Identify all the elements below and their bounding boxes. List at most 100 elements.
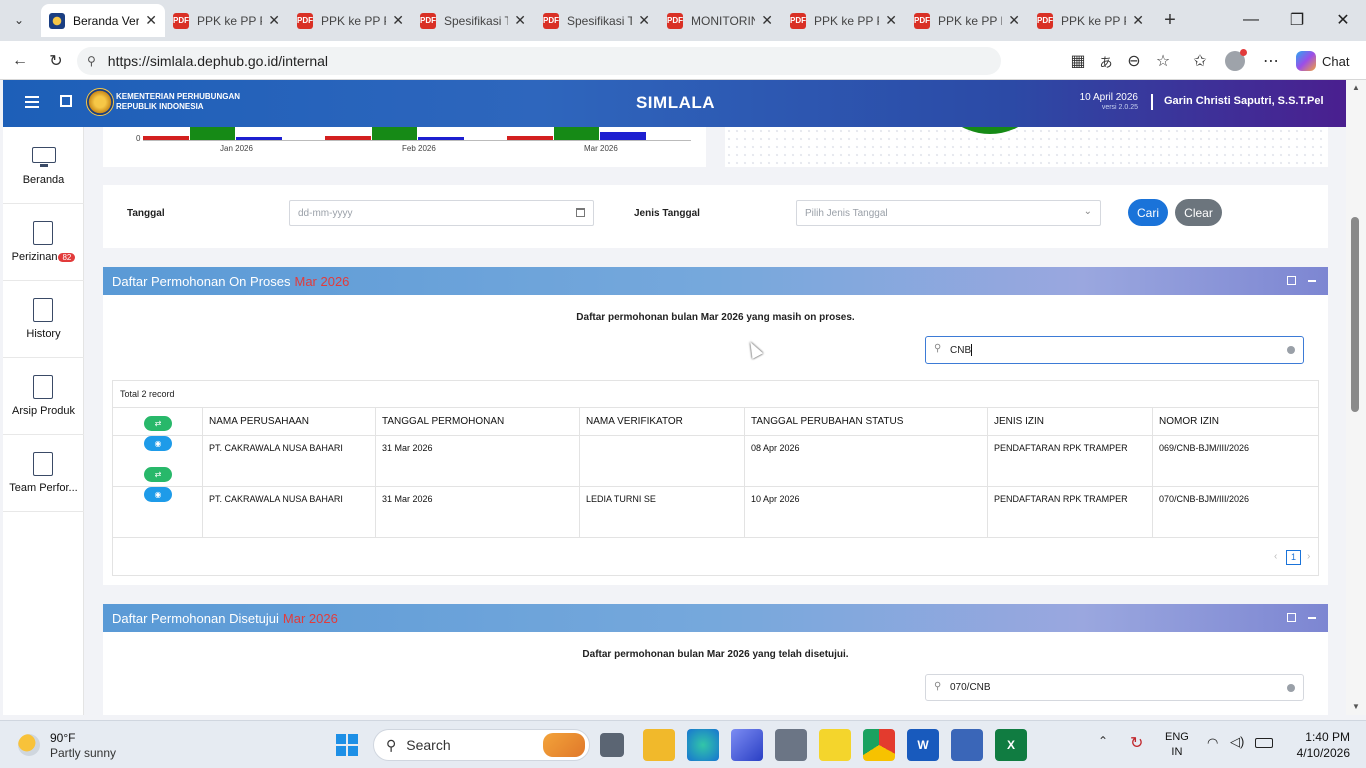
clear-search-icon[interactable] <box>1287 346 1295 354</box>
copilot-taskbar-icon[interactable] <box>731 729 763 761</box>
clear-search-icon[interactable] <box>1287 684 1295 692</box>
close-tab-icon[interactable]: ✕ <box>638 12 650 29</box>
browser-tab[interactable]: PDF PPK ke PP Pe ✕ <box>1029 4 1152 37</box>
start-button[interactable] <box>331 729 363 761</box>
close-window-button[interactable]: ✕ <box>1320 0 1366 40</box>
browser-tab[interactable]: PDF Spesifikasi Te ✕ <box>535 4 658 37</box>
close-tab-icon[interactable]: ✕ <box>145 12 157 29</box>
sticky-notes-icon[interactable] <box>819 729 851 761</box>
view-detail-button[interactable]: ◉ <box>144 436 172 451</box>
close-tab-icon[interactable]: ✕ <box>268 12 280 29</box>
disetujui-search-input[interactable]: ⚲ 070/CNB <box>925 674 1304 701</box>
close-tab-icon[interactable]: ✕ <box>514 12 526 29</box>
sidebar-item-arsip-produk[interactable]: Arsip Produk <box>3 358 84 435</box>
file-explorer-icon[interactable] <box>643 729 675 761</box>
app-available-icon[interactable]: ▦ <box>1066 49 1090 73</box>
url-text: https://simlala.dephub.go.id/internal <box>107 53 329 69</box>
col-header-tanggal-permohonan[interactable]: TANGGAL PERMOHONAN <box>375 407 504 435</box>
browser-tab[interactable]: PDF PPK ke PP Pe ✕ <box>289 4 412 37</box>
collapse-icon[interactable] <box>1308 280 1316 282</box>
sidebar-item-team-performance[interactable]: Team Perfor... <box>3 435 84 512</box>
close-tab-icon[interactable]: ✕ <box>761 12 773 29</box>
reload-icon[interactable]: ↻ <box>44 49 68 73</box>
col-header-nama-perusahaan[interactable]: NAMA PERUSAHAAN <box>202 407 309 435</box>
site-info-icon[interactable]: ⚲ <box>87 54 96 68</box>
browser-tab[interactable]: PDF PPK ke PP Pe ✕ <box>906 4 1028 37</box>
user-name[interactable]: Garin Christi Saputri, S.S.T.Pel <box>1164 95 1324 107</box>
col-header-tanggal-perubahan-status[interactable]: TANGGAL PERUBAHAN STATUS <box>744 407 903 435</box>
volume-icon[interactable]: ◁) <box>1230 734 1244 750</box>
next-page-icon[interactable]: › <box>1307 551 1310 562</box>
maximize-button[interactable]: ❐ <box>1274 0 1320 40</box>
clear-button[interactable]: Clear <box>1175 199 1222 226</box>
change-status-button[interactable]: ⇄ <box>144 467 172 482</box>
language-indicator[interactable]: ENG IN <box>1165 730 1189 760</box>
chrome-icon[interactable] <box>863 729 895 761</box>
more-options-icon[interactable]: ⋯ <box>1259 49 1283 73</box>
sync-icon[interactable]: ↻ <box>1130 733 1143 753</box>
view-detail-button[interactable]: ◉ <box>144 487 172 502</box>
expand-icon[interactable] <box>1287 613 1296 622</box>
tab-actions-button[interactable]: ⌄ <box>8 10 30 30</box>
translate-icon[interactable]: あ <box>1094 49 1118 73</box>
close-tab-icon[interactable]: ✕ <box>392 12 404 29</box>
show-hidden-icons[interactable]: ⌃ <box>1098 734 1108 748</box>
table-cell: PENDAFTARAN RPK TRAMPER <box>994 443 1128 453</box>
sidebar-item-label: Beranda <box>22 174 65 186</box>
browser-tab[interactable]: PDF MONITORIN ✕ <box>659 4 781 37</box>
zoom-out-icon[interactable]: ⊖ <box>1122 49 1146 73</box>
close-tab-icon[interactable]: ✕ <box>885 12 897 29</box>
url-bar[interactable]: ⚲ https://simlala.dephub.go.id/internal <box>77 47 1001 75</box>
onproses-search-input[interactable]: ⚲ CNB <box>925 336 1304 364</box>
taskbar-search-box[interactable]: ⚲ Search <box>373 729 590 761</box>
sidebar-item-beranda[interactable]: Beranda <box>3 127 84 204</box>
table-cell: 31 Mar 2026 <box>382 443 433 453</box>
scroll-thumb[interactable] <box>1351 217 1359 412</box>
copilot-icon <box>1296 51 1316 71</box>
sidebar-item-history[interactable]: History <box>3 281 84 358</box>
new-tab-button[interactable]: + <box>1158 8 1182 32</box>
sidebar-item-perizinan[interactable]: Perizinan 82 <box>3 204 84 281</box>
cari-button[interactable]: Cari <box>1128 199 1168 226</box>
col-header-nama-verifikator[interactable]: NAMA VERIFIKATOR <box>579 407 683 435</box>
clock[interactable]: 1:40 PM 4/10/2026 <box>1290 729 1350 761</box>
prev-page-icon[interactable]: ‹ <box>1274 551 1277 562</box>
edge-browser-icon[interactable] <box>687 729 719 761</box>
col-header-nomor-izin[interactable]: NOMOR IZIN <box>1152 407 1219 435</box>
excel-icon[interactable]: X <box>995 729 1027 761</box>
collapse-icon[interactable] <box>1308 617 1316 619</box>
browser-tab[interactable]: PDF PPK ke PP Pe ✕ <box>165 4 288 37</box>
word-icon[interactable]: W <box>907 729 939 761</box>
browser-tab[interactable]: PDF Spesifikasi Te ✕ <box>412 4 534 37</box>
fullscreen-icon[interactable] <box>60 95 72 107</box>
scroll-up-arrow[interactable]: ▲ <box>1352 83 1360 92</box>
hamburger-menu-icon[interactable] <box>25 96 39 108</box>
task-view-icon[interactable] <box>600 733 624 757</box>
change-status-button[interactable]: ⇄ <box>144 416 172 431</box>
favorite-star-icon[interactable]: ☆ <box>1151 49 1175 73</box>
wifi-icon[interactable]: ◠ <box>1207 735 1218 751</box>
weather-widget[interactable]: 90°F Partly sunny <box>16 728 126 762</box>
scroll-down-arrow[interactable]: ▼ <box>1352 702 1360 711</box>
browser-tab[interactable]: Beranda Veri ✕ <box>41 4 165 37</box>
battery-icon[interactable] <box>1255 738 1273 748</box>
expand-icon[interactable] <box>1287 276 1296 285</box>
favorites-icon[interactable]: ✩ <box>1188 49 1212 73</box>
jenis-tanggal-select[interactable]: Pilih Jenis Tanggal ⌄ <box>796 200 1101 226</box>
camera-app-icon[interactable] <box>775 729 807 761</box>
close-tab-icon[interactable]: ✕ <box>1132 12 1144 29</box>
close-tab-icon[interactable]: ✕ <box>1008 12 1020 29</box>
calendar-icon[interactable] <box>576 208 585 217</box>
disetujui-month: Mar 2026 <box>282 610 338 626</box>
col-header-jenis-izin[interactable]: JENIS IZIN <box>987 407 1044 435</box>
copilot-chat-button[interactable]: Chat <box>1296 49 1349 73</box>
profile-avatar[interactable] <box>1223 49 1247 73</box>
page-scrollbar[interactable]: ▲ ▼ <box>1346 80 1366 715</box>
tanggal-date-input[interactable]: dd-mm-yyyy <box>289 200 594 226</box>
chart-bar <box>236 137 282 140</box>
page-number-button[interactable]: 1 <box>1286 550 1301 565</box>
back-icon[interactable]: ← <box>8 49 32 73</box>
browser-tab[interactable]: PDF PPK ke PP Pe ✕ <box>782 4 905 37</box>
calculator-icon[interactable] <box>951 729 983 761</box>
minimize-button[interactable]: — <box>1228 0 1274 40</box>
